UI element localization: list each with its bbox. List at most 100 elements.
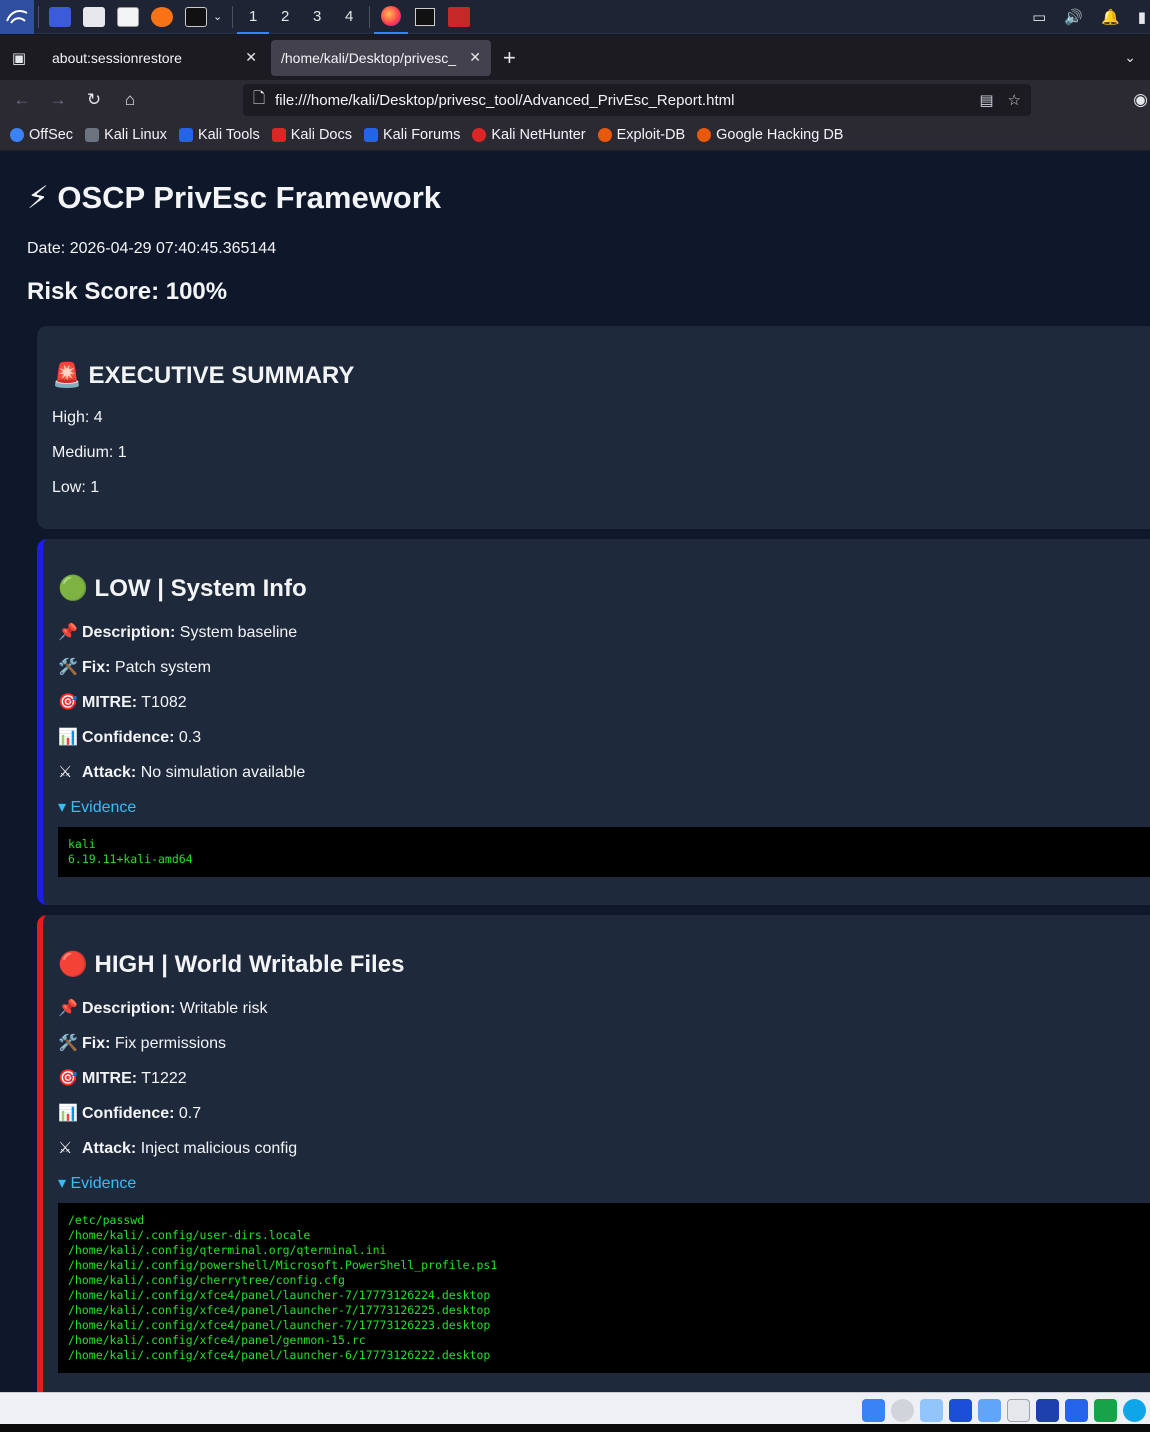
firefox-view-icon[interactable]: ▣: [0, 49, 38, 67]
summary-medium: Medium: 1: [52, 444, 127, 461]
attack-value: No simulation available: [140, 764, 306, 781]
shared-folder-icon[interactable]: [1007, 1399, 1030, 1422]
bookmark-google-hacking-db[interactable]: Google Hacking DB: [697, 127, 843, 143]
crossed-swords-icon: ⚔: [58, 1140, 73, 1157]
report-date: Date: 2026-04-29 07:40:45.365144: [27, 240, 277, 257]
finding-fix: 🛠️ Fix: Patch system: [58, 657, 211, 677]
text-editor-icon[interactable]: [117, 6, 139, 27]
bookmarks-toolbar: OffSec Kali Linux Kali Tools Kali Docs K…: [0, 120, 1150, 151]
confidence-label: Confidence:: [82, 1105, 175, 1122]
back-button[interactable]: ←: [4, 90, 40, 110]
confidence-value: 0.3: [178, 729, 202, 746]
bookmark-label: Exploit-DB: [616, 127, 686, 143]
confidence-value: 0.7: [178, 1105, 202, 1122]
workspace-2[interactable]: 2: [269, 0, 301, 34]
description-value: Writable risk: [179, 1000, 268, 1017]
ipv6-icon: [448, 6, 471, 27]
bookmark-kali-tools[interactable]: Kali Tools: [178, 127, 260, 143]
bookmark-offsec[interactable]: OffSec: [10, 127, 73, 143]
mitre-label: MITRE:: [82, 694, 138, 711]
firefox-window-button[interactable]: [374, 0, 409, 34]
url-text[interactable]: file:///home/kali/Desktop/privesc_tool/A…: [275, 92, 965, 109]
kali-dragon-icon: [85, 128, 100, 142]
audio-icon[interactable]: [920, 1399, 943, 1422]
chevron-down-icon[interactable]: ⌄: [213, 10, 222, 23]
bookmark-label: Kali NetHunter: [491, 127, 586, 143]
network-icon[interactable]: [949, 1399, 972, 1422]
bookmark-label: Kali Linux: [104, 127, 167, 143]
volume-icon[interactable]: 🔊: [1064, 8, 1083, 26]
battery-icon[interactable]: ▮: [1138, 8, 1146, 26]
bookmark-kali-docs[interactable]: Kali Docs: [271, 127, 352, 143]
description-value: System baseline: [179, 624, 298, 641]
system-tray: ▭ 🔊 🔔 ▮: [1032, 8, 1150, 26]
bar-chart-icon: 📊: [58, 729, 78, 746]
recording-icon[interactable]: [1065, 1399, 1088, 1422]
terminal-launcher-icon[interactable]: [185, 6, 207, 27]
show-desktop-icon[interactable]: [49, 6, 71, 27]
url-bar[interactable]: 🗋 file:///home/kali/Desktop/privesc_tool…: [243, 84, 1031, 116]
hard-disk-icon[interactable]: [862, 1399, 885, 1422]
usb-icon[interactable]: [978, 1399, 1001, 1422]
ipv6-window-button[interactable]: [442, 0, 476, 34]
forward-button[interactable]: →: [40, 90, 76, 110]
finding-description: 📌 Description: Writable risk: [58, 998, 268, 1018]
account-icon[interactable]: ◉: [1133, 90, 1148, 110]
kali-menu-icon[interactable]: [0, 0, 34, 34]
bookmark-star-icon[interactable]: ☆: [1008, 91, 1021, 109]
firefox-launcher-icon[interactable]: [151, 6, 173, 27]
fix-label: Fix:: [82, 659, 111, 676]
workspace-3[interactable]: 3: [301, 0, 333, 34]
firefox-icon: [381, 5, 402, 26]
cpu-icon[interactable]: [1094, 1399, 1117, 1422]
risk-score: Risk Score: 100%: [27, 278, 228, 305]
new-tab-button[interactable]: +: [503, 45, 516, 71]
close-tab-icon[interactable]: ✕: [245, 49, 257, 66]
workspace-1[interactable]: 1: [237, 0, 270, 34]
optical-drive-icon[interactable]: [891, 1399, 914, 1422]
taskbar-separator: [38, 5, 39, 28]
evidence-toggle[interactable]: ▾ Evidence: [58, 1173, 136, 1193]
report-page: ⚡ OSCP PrivEsc Framework Date: 2026-04-2…: [0, 152, 1150, 1392]
tools-icon: 🛠️: [58, 1035, 78, 1052]
tab-report[interactable]: /home/kali/Desktop/privesc_ ✕: [271, 39, 491, 76]
kali-forums-icon: [363, 128, 378, 142]
finding-card-low: 🟢 LOW | System Info 📌 Description: System…: [37, 539, 1150, 905]
reload-button[interactable]: ↻: [76, 90, 112, 110]
home-button[interactable]: ⌂: [112, 90, 148, 110]
description-label: Description:: [82, 1000, 176, 1017]
taskbar-separator: [369, 5, 371, 28]
finding-fix: 🛠️ Fix: Fix permissions: [58, 1033, 226, 1053]
terminal-window-button[interactable]: [408, 0, 442, 34]
finding-confidence: 📊 Confidence: 0.7: [58, 1103, 201, 1123]
file-manager-icon[interactable]: [83, 6, 105, 27]
evidence-toggle[interactable]: ▾ Evidence: [58, 797, 136, 817]
bookmark-kali-forums[interactable]: Kali Forums: [363, 127, 460, 143]
workspace-4[interactable]: 4: [333, 0, 365, 34]
display-icon[interactable]: ▭: [1032, 8, 1046, 26]
bookmark-kali-linux[interactable]: Kali Linux: [85, 127, 167, 143]
mitre-label: MITRE:: [82, 1070, 138, 1087]
finding-attack: ⚔ Attack: No simulation available: [58, 762, 305, 782]
browser-tab-strip: ▣ about:sessionrestore ✕ /home/kali/Desk…: [0, 35, 1150, 80]
host-key-icon[interactable]: [1123, 1399, 1146, 1422]
display-icon[interactable]: [1036, 1399, 1059, 1422]
confidence-label: Confidence:: [82, 729, 175, 746]
bookmark-label: OffSec: [29, 127, 74, 143]
fix-value: Fix permissions: [114, 1035, 227, 1052]
bookmark-kali-nethunter[interactable]: Kali NetHunter: [472, 127, 586, 143]
ghdb-icon: [697, 128, 712, 142]
tab-sessionrestore[interactable]: about:sessionrestore ✕: [42, 40, 267, 76]
mitre-value: T1082: [141, 694, 187, 711]
reader-view-icon[interactable]: ▤: [979, 91, 993, 109]
taskbar-separator: [232, 5, 234, 28]
nethunter-icon: [472, 128, 487, 142]
close-tab-icon[interactable]: ✕: [469, 49, 481, 66]
fix-label: Fix:: [82, 1035, 111, 1052]
tools-icon: 🛠️: [58, 659, 78, 676]
notifications-icon[interactable]: 🔔: [1101, 8, 1120, 26]
summary-low: Low: 1: [52, 479, 100, 496]
target-icon: 🎯: [58, 694, 78, 711]
list-all-tabs-icon[interactable]: ⌄: [1124, 49, 1136, 66]
bookmark-exploit-db[interactable]: Exploit-DB: [597, 127, 686, 143]
